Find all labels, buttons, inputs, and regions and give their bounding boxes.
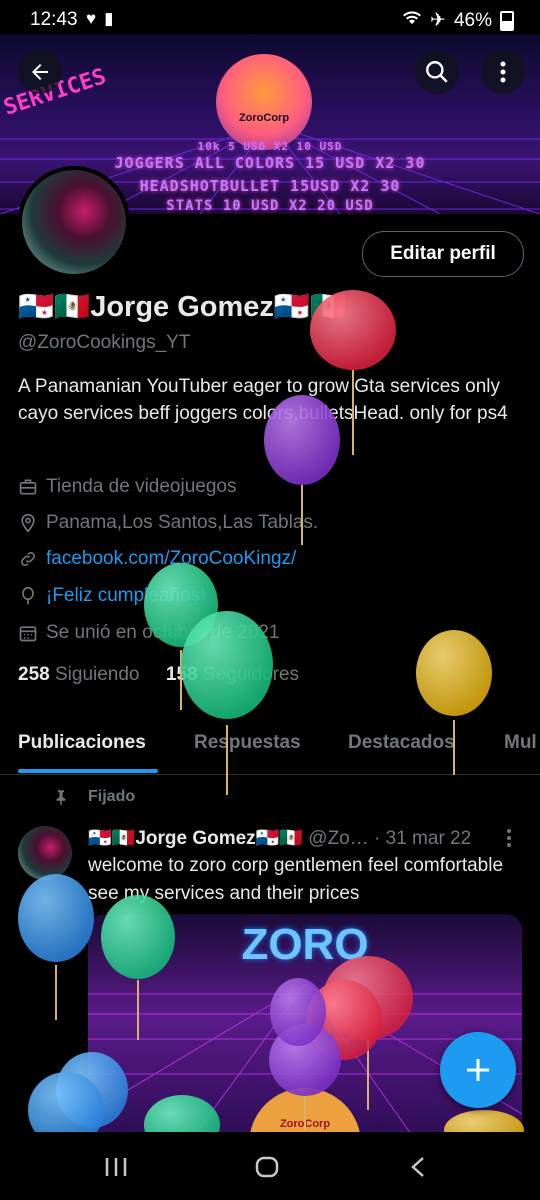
status-time: 12:43 [30, 9, 78, 30]
plus-icon [467, 1059, 489, 1081]
home-button[interactable] [255, 1156, 279, 1183]
banner-logo-text: ZoroCorp [238, 112, 290, 124]
more-vertical-icon [500, 61, 506, 83]
nav-back-button[interactable] [410, 1156, 426, 1183]
balloon-purple [270, 978, 326, 1046]
battery-percent: 46% [453, 9, 492, 31]
wifi-icon [402, 10, 422, 32]
search-button[interactable] [415, 50, 459, 94]
back-arrow-icon [32, 64, 48, 80]
search-icon [426, 61, 448, 83]
compose-post-button[interactable] [440, 1032, 516, 1108]
promo-line: 10k 5 USD X2 10 USD [197, 140, 343, 153]
more-options-button[interactable] [481, 50, 525, 94]
balloon-green [101, 895, 175, 1040]
system-nav-bar [0, 1132, 540, 1200]
balloon-blue [18, 874, 94, 1020]
heart-icon: ♥ [86, 9, 97, 28]
status-bar: 12:43 ♥ ▮ ✈ 46% [0, 0, 540, 38]
airplane-icon: ✈ [430, 10, 446, 31]
battery-icon [500, 10, 514, 31]
balloon-yellow [416, 630, 492, 775]
recent-apps-button[interactable] [104, 1156, 128, 1183]
banner-logo: ZoroCorp [216, 54, 312, 150]
recent-apps-icon [105, 1158, 127, 1176]
sd-card-icon: ▮ [104, 9, 114, 28]
edit-profile-button[interactable]: Editar perfil [362, 231, 524, 277]
birthday-balloons [18, 290, 524, 1140]
profile-avatar[interactable] [18, 166, 130, 278]
balloon-blue [28, 1052, 128, 1140]
back-button[interactable] [18, 50, 62, 94]
balloon-purple [264, 395, 340, 545]
balloon-green [181, 611, 273, 795]
chevron-left-icon [411, 1157, 424, 1177]
home-icon [255, 1156, 279, 1178]
